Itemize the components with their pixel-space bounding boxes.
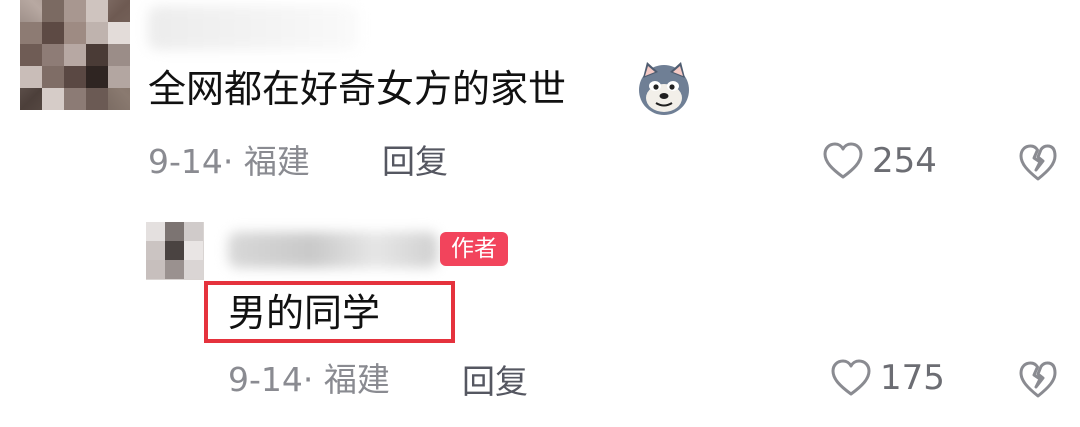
avatar-pixel bbox=[64, 0, 86, 22]
like-count: 254 bbox=[872, 141, 937, 181]
avatar-pixel bbox=[42, 0, 64, 22]
avatar-pixel bbox=[64, 22, 86, 44]
avatar-pixel bbox=[20, 44, 42, 66]
reply-button[interactable]: 回复 bbox=[462, 362, 528, 402]
avatar-pixel bbox=[64, 88, 86, 110]
avatar-pixel bbox=[165, 241, 184, 260]
like-button[interactable]: 254 bbox=[822, 141, 937, 181]
reply-username-blurred[interactable] bbox=[228, 232, 438, 268]
avatar-pixel bbox=[42, 88, 64, 110]
reply-avatar[interactable] bbox=[146, 222, 204, 280]
comment-date-location: 9-14· 福建 bbox=[148, 142, 310, 181]
username-blurred[interactable] bbox=[148, 6, 358, 50]
heart-icon bbox=[831, 359, 871, 396]
avatar-pixel bbox=[86, 44, 108, 66]
avatar-pixel bbox=[42, 22, 64, 44]
avatar-pixel bbox=[86, 22, 108, 44]
avatar-pixel bbox=[64, 66, 86, 88]
avatar-pixel bbox=[184, 222, 203, 241]
like-count: 175 bbox=[880, 358, 945, 398]
avatar-pixel bbox=[146, 260, 165, 279]
avatar-pixel bbox=[146, 241, 165, 260]
avatar-pixel bbox=[184, 260, 203, 279]
avatar-pixel bbox=[20, 22, 42, 44]
reply-button[interactable]: 回复 bbox=[382, 142, 448, 182]
avatar-pixel bbox=[108, 22, 130, 44]
avatar-pixel bbox=[108, 44, 130, 66]
avatar-pixel bbox=[42, 44, 64, 66]
avatar-pixel bbox=[42, 66, 64, 88]
avatar-pixel bbox=[165, 260, 184, 279]
reply-text: 男的同学 bbox=[228, 291, 381, 335]
author-badge: 作者 bbox=[440, 232, 508, 266]
dislike-icon[interactable] bbox=[1018, 143, 1058, 183]
avatar-pixel bbox=[184, 241, 203, 260]
like-button[interactable]: 175 bbox=[830, 358, 945, 398]
comment-text: 全网都在好奇女方的家世 bbox=[148, 67, 567, 111]
avatar-pixel bbox=[86, 88, 108, 110]
avatar-pixel bbox=[165, 222, 184, 241]
dislike-icon[interactable] bbox=[1018, 360, 1058, 400]
doge-icon bbox=[639, 62, 689, 115]
heart-icon bbox=[823, 142, 863, 179]
avatar-pixel bbox=[86, 0, 108, 22]
reply-date-location: 9-14· 福建 bbox=[228, 360, 390, 399]
avatar-pixel bbox=[146, 222, 165, 241]
avatar-pixel bbox=[64, 44, 86, 66]
avatar-pixel bbox=[86, 66, 108, 88]
avatar[interactable] bbox=[20, 0, 130, 110]
avatar-pixel bbox=[108, 66, 130, 88]
avatar-pixel bbox=[20, 66, 42, 88]
